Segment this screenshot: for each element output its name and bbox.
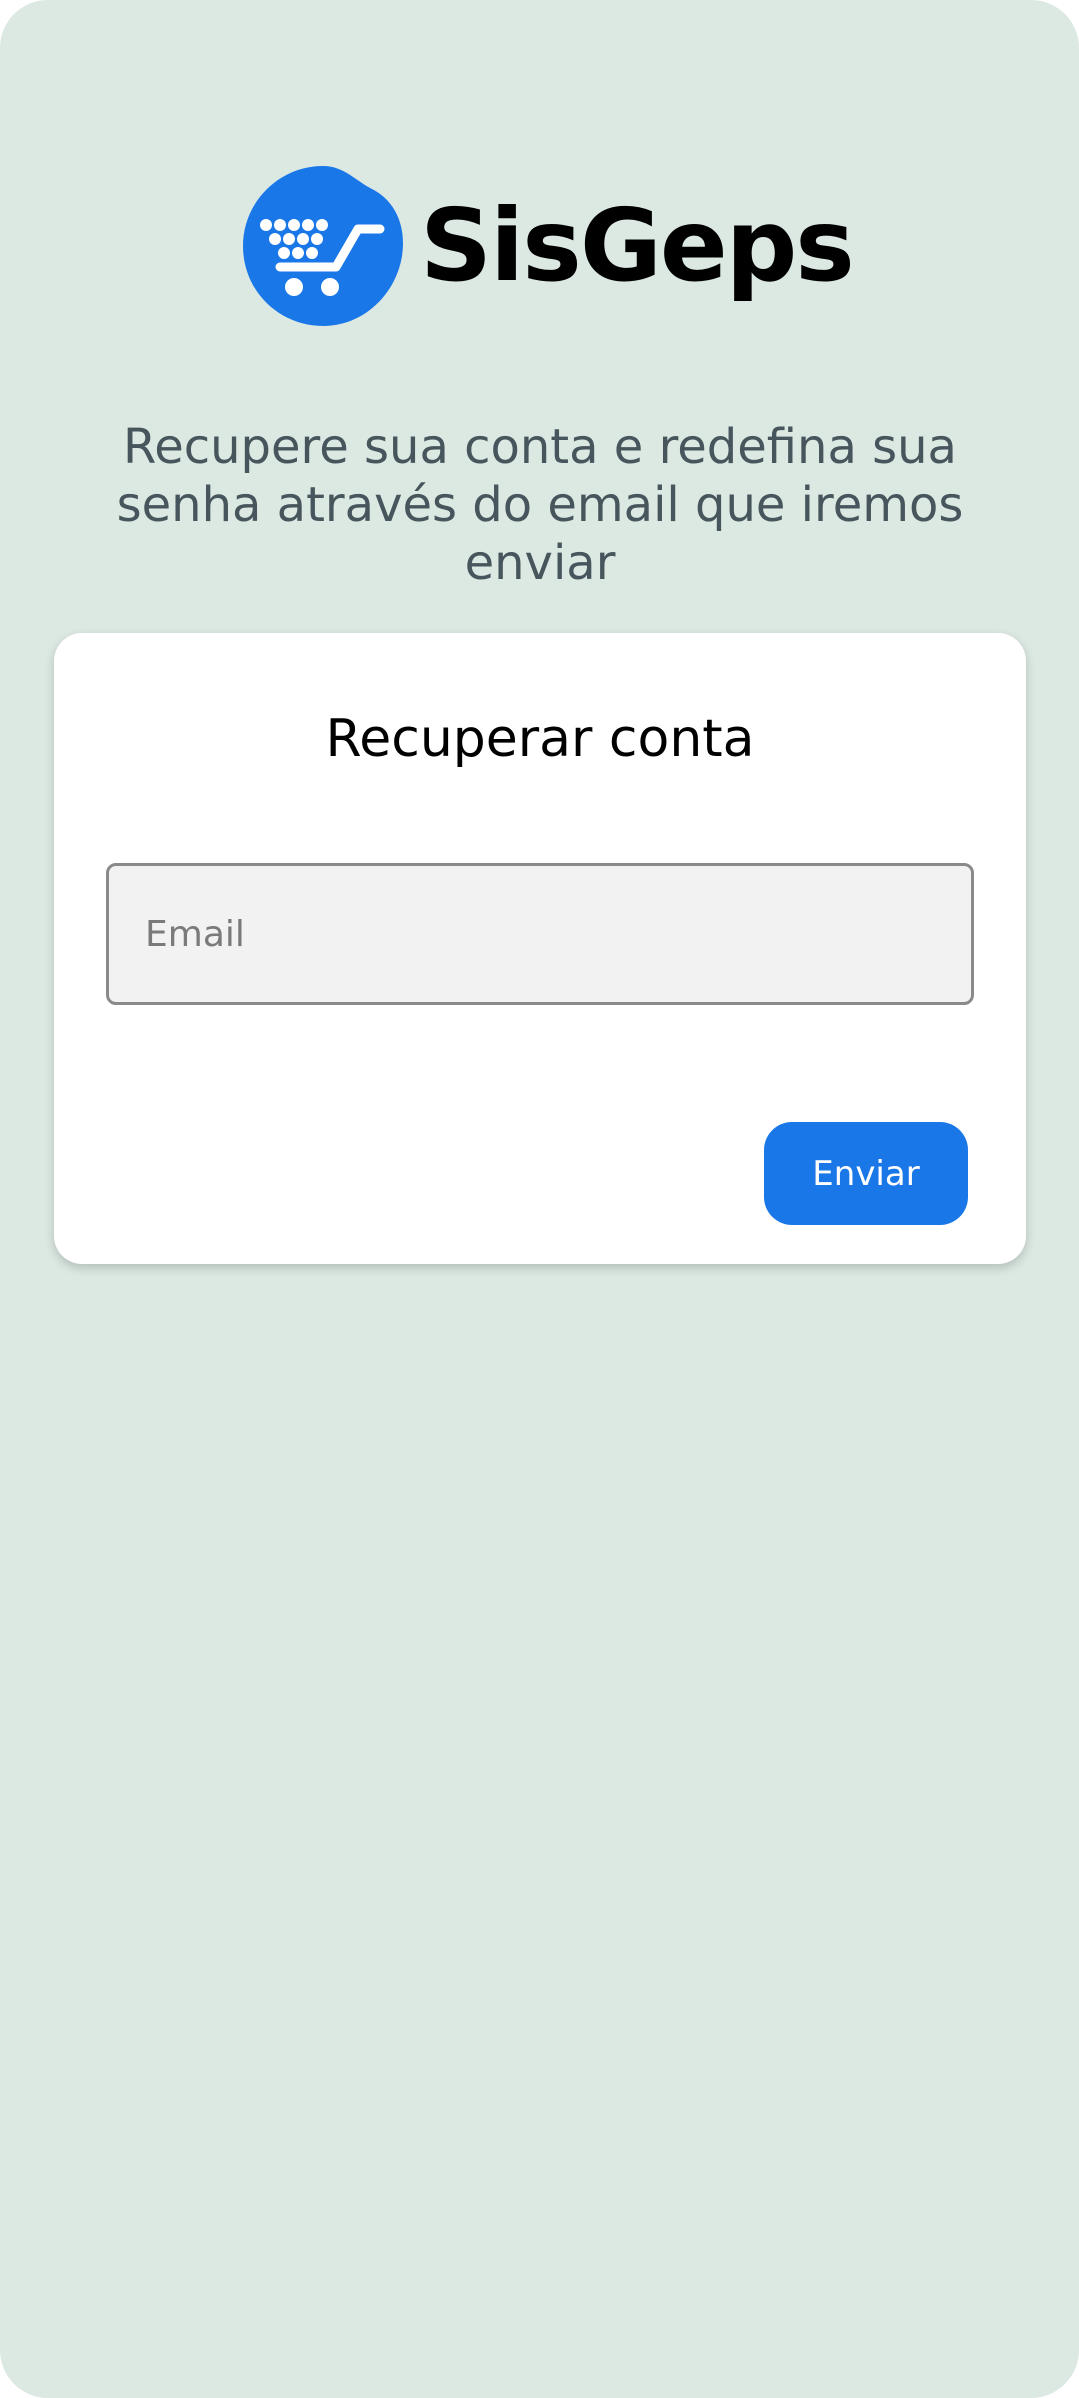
- recover-account-card: Recuperar conta Enviar: [54, 633, 1026, 1264]
- brand-header: SisGeps: [240, 160, 855, 332]
- submit-button[interactable]: Enviar: [764, 1122, 968, 1225]
- email-field[interactable]: [106, 863, 974, 1005]
- card-title: Recuperar conta: [325, 709, 755, 769]
- shopping-cart-icon: [243, 166, 403, 326]
- page-subtitle: Recupere sua conta e redefina sua senha …: [116, 419, 964, 591]
- brand-name: SisGeps: [420, 187, 855, 304]
- recovery-screen: SisGeps Recupere sua conta e redefina su…: [0, 0, 1079, 2398]
